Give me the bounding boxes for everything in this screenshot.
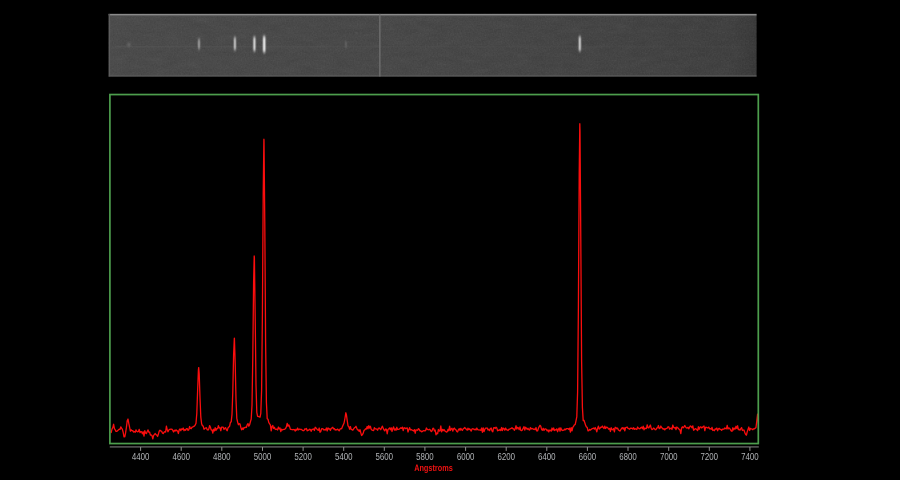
svg-text:7400: 7400 — [741, 452, 759, 463]
svg-text:Angstroms: Angstroms — [414, 463, 453, 474]
svg-text:6200: 6200 — [497, 452, 515, 463]
svg-text:7200: 7200 — [701, 452, 719, 463]
svg-text:4400: 4400 — [132, 452, 150, 463]
svg-text:4800: 4800 — [213, 452, 231, 463]
svg-text:4600: 4600 — [172, 452, 190, 463]
svg-text:5400: 5400 — [335, 452, 353, 463]
svg-text:5000: 5000 — [254, 452, 272, 463]
svg-text:6000: 6000 — [457, 452, 475, 463]
svg-text:5800: 5800 — [416, 452, 434, 463]
svg-text:5600: 5600 — [376, 452, 394, 463]
svg-text:5200: 5200 — [294, 452, 312, 463]
svg-text:6800: 6800 — [619, 452, 637, 463]
svg-text:6400: 6400 — [538, 452, 556, 463]
svg-text:6600: 6600 — [579, 452, 597, 463]
svg-text:7000: 7000 — [660, 452, 678, 463]
